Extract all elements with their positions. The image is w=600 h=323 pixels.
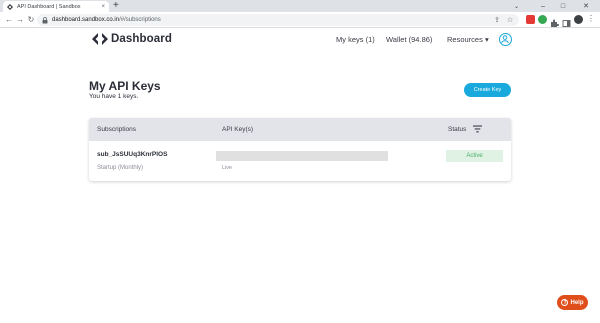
browser-profile-avatar[interactable]: [574, 15, 583, 24]
column-header-api-keys: API Key(s): [222, 126, 254, 133]
address-bar[interactable]: dashboard.sandbox.co.in/#/subscriptions …: [37, 14, 519, 26]
browser-tab[interactable]: API Dashboard | Sandbox ×: [3, 1, 109, 12]
app-header: Dashboard My keys (1) Wallet (94.86) Res…: [0, 28, 600, 52]
nav-resources[interactable]: Resources ▾: [447, 35, 489, 44]
url-host: dashboard.sandbox.co.in: [52, 17, 120, 23]
status-badge: Active: [446, 150, 503, 162]
minimize-button[interactable]: –: [533, 0, 553, 12]
share-icon[interactable]: ⇪: [492, 14, 502, 26]
api-key-environment: Live: [222, 165, 233, 171]
url-path: /#/subscriptions: [119, 17, 161, 23]
subscription-plan: Startup (Monthly): [97, 165, 144, 171]
filter-icon[interactable]: [473, 125, 482, 133]
url-text: dashboard.sandbox.co.in/#/subscriptions: [52, 17, 161, 23]
close-window-button[interactable]: ✕: [576, 0, 596, 12]
bookmark-star-icon[interactable]: ☆: [505, 14, 515, 26]
help-button[interactable]: ? Help: [557, 295, 588, 310]
reload-button[interactable]: ↻: [26, 14, 36, 25]
forward-button[interactable]: →: [15, 14, 25, 25]
keys-count-text: You have 1 keys.: [89, 93, 139, 100]
brand-logo[interactable]: Dashboard: [92, 33, 172, 45]
subscription-id: sub_JsSUUq3KnrPlOS: [97, 151, 168, 158]
browser-tab-strip: API Dashboard | Sandbox × + ⌄ – □ ✕: [0, 0, 600, 12]
nav-wallet[interactable]: Wallet (94.86): [386, 35, 432, 44]
nav-my-keys[interactable]: My keys (1): [336, 35, 375, 44]
tab-title: API Dashboard | Sandbox: [17, 3, 81, 10]
new-tab-button[interactable]: +: [113, 0, 119, 12]
dashboard-favicon-icon: [7, 3, 13, 10]
back-button[interactable]: ←: [4, 14, 14, 25]
column-header-status: Status: [448, 126, 467, 133]
nav-resources-label: Resources: [447, 35, 483, 44]
lock-icon: [42, 16, 48, 23]
maximize-button[interactable]: □: [553, 0, 573, 12]
tab-close-icon[interactable]: ×: [101, 4, 105, 10]
api-key-redacted-field[interactable]: [216, 151, 388, 161]
profile-icon[interactable]: [499, 33, 512, 46]
page-title: My API Keys: [89, 79, 161, 93]
dashboard-logo-icon: [92, 33, 108, 45]
side-panel-icon[interactable]: [562, 15, 571, 27]
table-header: Subscriptions API Key(s) Status: [89, 118, 511, 141]
browser-menu-icon[interactable]: ⋮: [587, 14, 595, 23]
column-header-subscriptions: Subscriptions: [97, 126, 137, 133]
create-key-button[interactable]: Create Key: [464, 83, 511, 97]
chevron-down-icon: ▾: [484, 35, 489, 44]
browser-toolbar: ← → ↻ dashboard.sandbox.co.in/#/subscrip…: [0, 12, 600, 28]
help-label: Help: [570, 299, 584, 306]
tab-search-icon[interactable]: ⌄: [514, 0, 519, 12]
extension-green-icon[interactable]: [538, 15, 547, 24]
api-keys-table: Subscriptions API Key(s) Status sub_JsSU…: [89, 118, 511, 181]
help-question-icon: ?: [561, 299, 569, 306]
extensions-puzzle-icon[interactable]: [550, 15, 559, 27]
extension-red-icon[interactable]: [526, 15, 535, 24]
brand-name: Dashboard: [111, 33, 172, 45]
